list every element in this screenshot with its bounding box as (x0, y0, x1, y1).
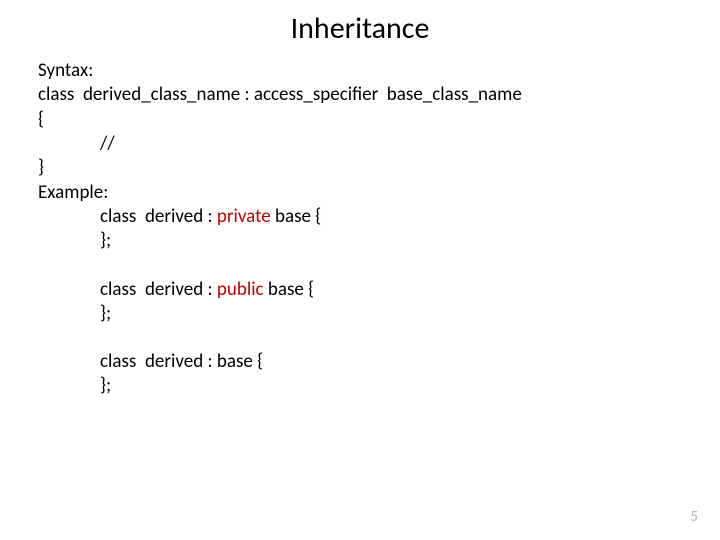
spacer2 (38, 326, 682, 350)
brace-close: } (38, 156, 682, 180)
example2-line1: class derived : public base { (38, 278, 682, 302)
ex1-keyword: private (217, 205, 271, 228)
spacer1 (38, 254, 682, 278)
example1-line1: class derived : private base { (38, 205, 682, 229)
ex1-suffix: base { (271, 205, 322, 228)
example-label: Example: (38, 181, 682, 205)
ex2-keyword: public (217, 278, 264, 301)
comment-line: // (38, 132, 682, 156)
brace-open: { (38, 108, 682, 132)
ex1-prefix: class derived : (100, 205, 217, 228)
slide-body: Syntax: class derived_class_name : acces… (38, 59, 682, 399)
example3-close: }; (38, 374, 682, 398)
page-number: 5 (690, 508, 698, 526)
syntax-line: class derived_class_name : access_specif… (38, 83, 682, 107)
example3-line1: class derived : base { (38, 350, 682, 374)
ex2-suffix: base { (264, 278, 315, 301)
slide-title: Inheritance (38, 10, 682, 47)
syntax-label: Syntax: (38, 59, 682, 83)
ex2-prefix: class derived : (100, 278, 217, 301)
slide-container: Inheritance Syntax: class derived_class_… (0, 0, 720, 540)
example1-close: }; (38, 229, 682, 253)
example2-close: }; (38, 302, 682, 326)
